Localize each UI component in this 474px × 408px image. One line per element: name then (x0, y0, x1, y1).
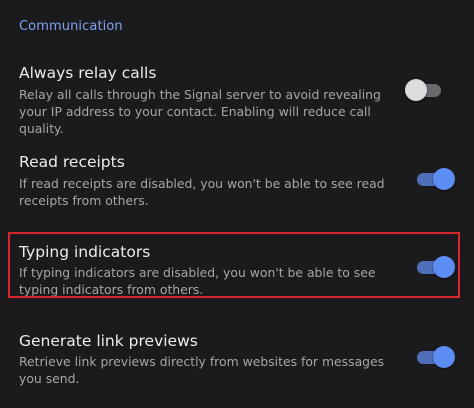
setting-generate-link-previews[interactable]: Generate link previews Retrieve link pre… (0, 331, 474, 391)
toggle-thumb (433, 256, 455, 278)
section-header-communication: Communication (19, 19, 123, 34)
setting-title: Read receipts (19, 153, 125, 171)
setting-title: Generate link previews (19, 332, 198, 350)
always-relay-calls-toggle[interactable] (405, 79, 441, 101)
setting-description: Relay all calls through the Signal serve… (19, 87, 381, 136)
toggle-thumb (405, 79, 427, 101)
read-receipts-toggle[interactable] (414, 168, 455, 190)
setting-title: Typing indicators (19, 243, 151, 261)
setting-always-relay-calls[interactable]: Always relay calls Relay all calls throu… (0, 62, 474, 136)
setting-title: Always relay calls (19, 64, 157, 82)
setting-read-receipts[interactable]: Read receipts If read receipts are disab… (0, 152, 474, 212)
setting-description: Retrieve link previews directly from web… (19, 354, 385, 386)
typing-indicators-toggle[interactable] (414, 256, 455, 278)
setting-description: If read receipts are disabled, you won't… (19, 176, 385, 208)
setting-description: If typing indicators are disabled, you w… (19, 265, 376, 297)
toggle-thumb (433, 346, 455, 368)
toggle-thumb (433, 168, 455, 190)
generate-link-previews-toggle[interactable] (414, 346, 455, 368)
setting-typing-indicators[interactable]: Typing indicators If typing indicators a… (0, 242, 474, 297)
